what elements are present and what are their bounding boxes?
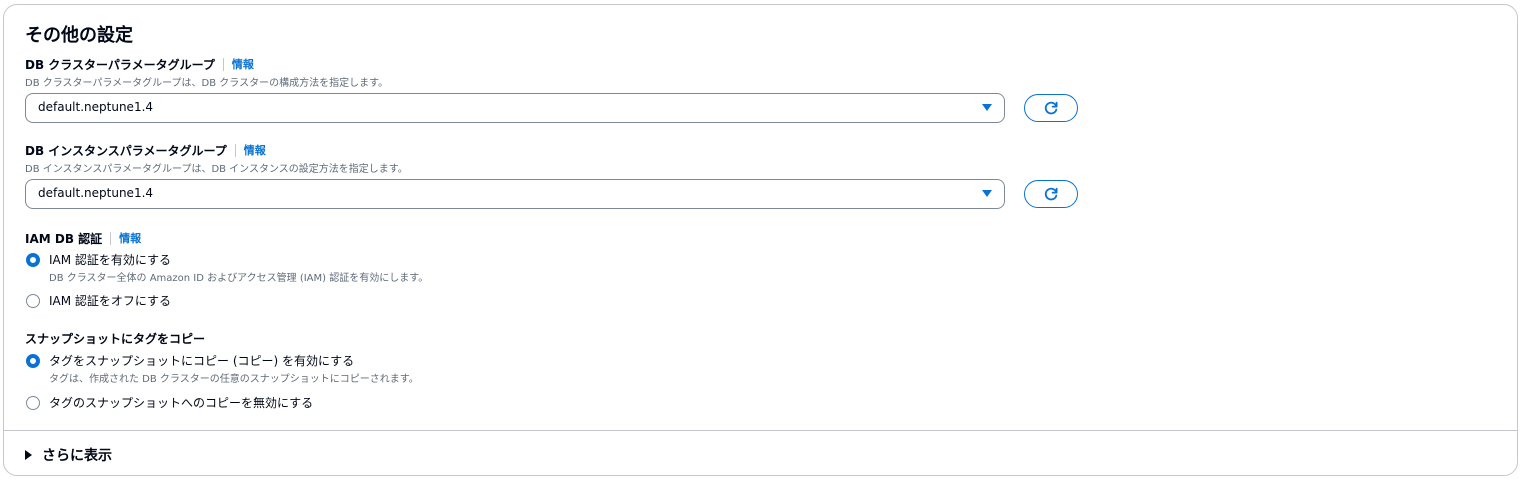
instance-param-group-info-link[interactable]: 情報 bbox=[234, 144, 266, 157]
cluster-param-group-label-row: DB クラスターパラメータグループ 情報 bbox=[25, 56, 254, 73]
iam-auth-info-link[interactable]: 情報 bbox=[110, 232, 141, 245]
instance-param-group-value: default.neptune1.4 bbox=[38, 186, 154, 200]
iam-auth-enable-description: DB クラスター全体の Amazon ID およびアクセス管理 (IAM) 認証… bbox=[49, 273, 429, 284]
cluster-param-group-value: default.neptune1.4 bbox=[38, 100, 154, 114]
additional-settings-panel: その他の設定 DB クラスターパラメータグループ 情報 DB クラスターパラメー… bbox=[3, 4, 1518, 476]
iam-auth-enable-label: IAM 認証を有効にする bbox=[49, 253, 172, 267]
radio-unchecked-icon bbox=[26, 395, 40, 410]
caret-down-icon bbox=[982, 190, 992, 197]
section-title: その他の設定 bbox=[25, 25, 133, 46]
cluster-param-group-refresh-button[interactable] bbox=[1024, 94, 1078, 122]
iam-auth-disable-radio[interactable]: IAM 認証をオフにする bbox=[26, 292, 171, 309]
copy-tags-disable-label: タグのスナップショットへのコピーを無効にする bbox=[49, 396, 314, 410]
copy-tags-label-row: スナップショットにタグをコピー bbox=[25, 330, 205, 347]
copy-tags-enable-description: タグは、作成された DB クラスターの任意のスナップショットにコピーされます。 bbox=[49, 374, 419, 385]
show-more-label: さらに表示 bbox=[42, 448, 112, 464]
copy-tags-enable-radio[interactable]: タグをスナップショットにコピー (コピー) を有効にする bbox=[26, 352, 354, 369]
radio-checked-icon bbox=[26, 353, 40, 368]
instance-param-group-select[interactable]: default.neptune1.4 bbox=[25, 179, 1005, 209]
copy-tags-enable-label: タグをスナップショットにコピー (コピー) を有効にする bbox=[49, 354, 355, 368]
instance-param-group-description: DB インスタンスパラメータグループは、DB インスタンスの設定方法を指定します… bbox=[25, 164, 408, 175]
iam-auth-label: IAM DB 認証 bbox=[25, 232, 103, 246]
caret-down-icon bbox=[982, 104, 992, 111]
radio-checked-icon bbox=[26, 252, 40, 267]
cluster-param-group-label: DB クラスターパラメータグループ bbox=[25, 58, 215, 72]
iam-auth-disable-label: IAM 認証をオフにする bbox=[49, 294, 172, 308]
radio-unchecked-icon bbox=[26, 293, 40, 308]
instance-param-group-label: DB インスタンスパラメータグループ bbox=[25, 144, 227, 158]
refresh-icon bbox=[1044, 101, 1058, 115]
caret-right-icon bbox=[25, 450, 32, 460]
cluster-param-group-info-link[interactable]: 情報 bbox=[222, 58, 254, 71]
iam-auth-enable-radio[interactable]: IAM 認証を有効にする bbox=[26, 251, 171, 268]
section-divider bbox=[4, 430, 1517, 431]
cluster-param-group-select[interactable]: default.neptune1.4 bbox=[25, 93, 1005, 123]
refresh-icon bbox=[1044, 187, 1058, 201]
instance-param-group-label-row: DB インスタンスパラメータグループ 情報 bbox=[25, 142, 266, 159]
cluster-param-group-description: DB クラスターパラメータグループは、DB クラスターの構成方法を指定します。 bbox=[25, 78, 389, 89]
copy-tags-disable-radio[interactable]: タグのスナップショットへのコピーを無効にする bbox=[26, 394, 313, 411]
show-more-expander[interactable]: さらに表示 bbox=[25, 445, 112, 465]
copy-tags-label: スナップショットにタグをコピー bbox=[25, 332, 206, 346]
instance-param-group-refresh-button[interactable] bbox=[1024, 180, 1078, 208]
iam-auth-label-row: IAM DB 認証 情報 bbox=[25, 230, 141, 247]
